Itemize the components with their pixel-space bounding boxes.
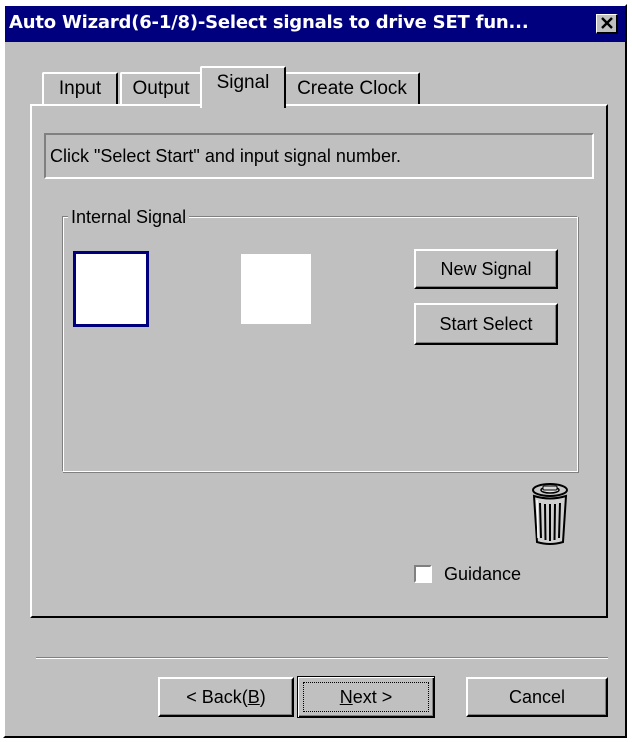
title-bar[interactable]: Auto Wizard(6-1/8)-Select signals to dri… <box>5 6 625 42</box>
next-button[interactable]: Next > <box>297 676 435 718</box>
close-button[interactable] <box>596 14 618 34</box>
start-select-button-label: Start Select <box>439 314 533 334</box>
tab-create-clock[interactable]: Create Clock <box>284 72 420 104</box>
guidance-label: Guidance <box>444 564 522 584</box>
back-button-label: < Back( <box>186 687 248 707</box>
tab-input-label: Input <box>58 78 102 99</box>
new-signal-button[interactable]: New Signal <box>414 249 558 289</box>
start-select-button[interactable]: Start Select <box>414 303 558 345</box>
guidance-checkbox[interactable] <box>414 565 432 583</box>
back-button-suffix: ) <box>259 687 266 707</box>
cancel-button[interactable]: Cancel <box>466 677 608 717</box>
focus-ring <box>303 682 429 712</box>
signal-slot-selected[interactable] <box>73 251 149 327</box>
tab-create-clock-label: Create Clock <box>297 78 407 99</box>
tab-output[interactable]: Output <box>120 72 202 104</box>
cancel-button-label: Cancel <box>508 687 566 707</box>
back-button[interactable]: < Back(B) <box>158 677 294 717</box>
back-mnemonic: B <box>247 687 260 707</box>
instruction-text: Click "Select Start" and input signal nu… <box>44 133 594 179</box>
new-signal-button-label: New Signal <box>440 259 532 279</box>
tab-input[interactable]: Input <box>42 72 118 104</box>
footer-divider <box>36 657 608 659</box>
tab-output-label: Output <box>132 78 190 99</box>
trash-can-icon[interactable] <box>528 482 572 546</box>
tab-signal-label: Signal <box>216 72 270 93</box>
close-icon <box>601 17 613 29</box>
window-title: Auto Wizard(6-1/8)-Select signals to dri… <box>9 12 529 33</box>
internal-signal-group-label: Internal Signal <box>68 206 190 228</box>
signal-slot[interactable] <box>241 254 311 324</box>
tab-signal[interactable]: Signal <box>200 66 286 108</box>
